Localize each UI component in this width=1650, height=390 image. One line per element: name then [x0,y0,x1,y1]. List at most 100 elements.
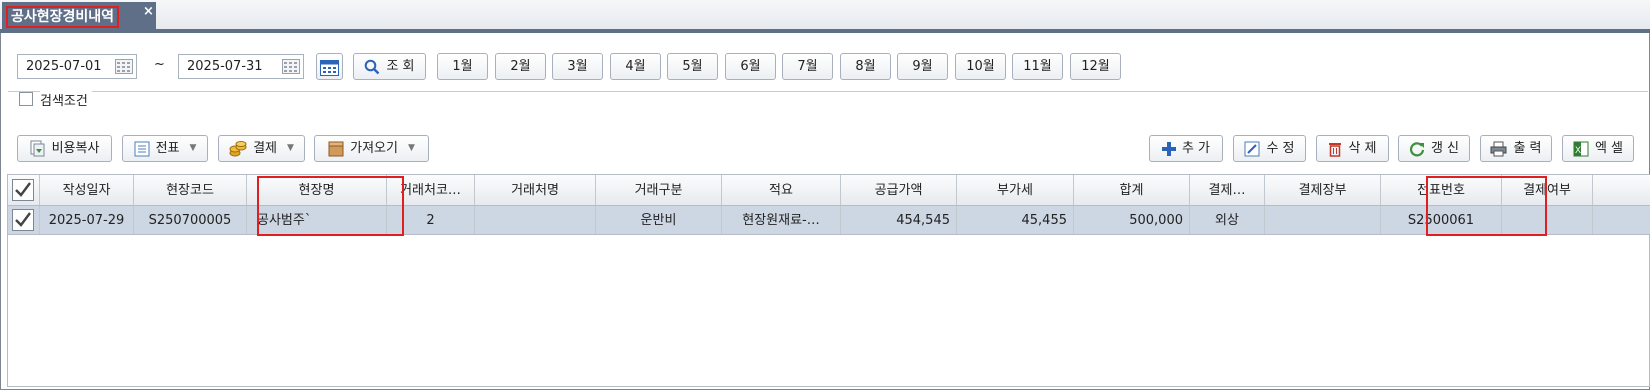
col-trade-type-cell[interactable]: 운반비 [596,206,722,234]
col-payment-ledger-cell[interactable] [1265,206,1381,234]
date-to-value: 2025-07-31 [187,59,263,74]
excel-icon: X [1573,141,1589,156]
month-button[interactable]: 9월 [897,53,948,80]
calendar-grid-icon[interactable] [282,59,300,74]
payment-label: 결제 [253,141,277,156]
month-button[interactable]: 5월 [667,53,718,80]
col-total-cell[interactable]: 500,000 [1074,206,1190,234]
calendar-icon [320,60,339,76]
copy-cost-button[interactable]: 비용복사 [17,135,112,162]
col-client-name-header[interactable]: 거래처명 [475,175,596,205]
excel-label: 엑 셀 [1594,141,1624,156]
date-from-value: 2025-07-01 [26,59,102,74]
calendar-grid-icon[interactable] [115,59,133,74]
col-supply-amount-cell[interactable]: 454,545 [841,206,957,234]
col-written-date-cell[interactable]: 2025-07-29 [40,206,134,234]
date-from-field[interactable]: 2025-07-01 [17,54,137,79]
month-button[interactable]: 6월 [725,53,776,80]
payment-dropdown-button[interactable]: 결제 ▼ [218,135,305,162]
refresh-label: 갱 신 [1430,141,1460,156]
col-site-name-cell[interactable]: 공사범주` [247,206,387,234]
month-button[interactable]: 2월 [495,53,546,80]
plus-icon [1161,141,1176,156]
col-supply-amount-header[interactable]: 공급가액 [841,175,957,205]
tab-bar: 공사현장경비내역 × [0,0,1650,33]
col-voucher-number-header[interactable]: 전표번호 [1381,175,1502,205]
col-client-name-cell[interactable] [475,206,596,234]
month-button[interactable]: 10월 [955,53,1006,80]
col-vat-header[interactable]: 부가세 [957,175,1074,205]
voucher-label: 전표 [155,141,180,156]
expense-grid: 작성일자 현장코드 현장명 거래처코… 거래처명 거래구분 적요 공급가액 부가세 합계 결제… 결제… [7,174,1650,387]
coins-icon [229,140,247,156]
month-button[interactable]: 11월 [1012,53,1063,80]
add-button[interactable]: 추 가 [1149,135,1223,162]
import-dropdown-button[interactable]: 가져오기 ▼ [314,135,429,162]
import-label: 가져오기 [350,141,398,156]
refresh-button[interactable]: 갱 신 [1398,135,1470,162]
search-button[interactable]: 조 회 [353,53,426,80]
row-select-cell[interactable] [8,206,40,234]
chevron-down-icon: ▼ [407,143,415,153]
document-list-icon [134,141,150,156]
svg-text:X: X [1575,145,1581,155]
col-site-name-header[interactable]: 현장명 [247,175,387,205]
printer-icon [1490,141,1507,156]
voucher-dropdown-button[interactable]: 전표 ▼ [122,135,208,162]
col-paid-status-cell[interactable] [1502,206,1593,234]
col-site-code-cell[interactable]: S250700005 [134,206,247,234]
col-payment-header[interactable]: 결제… [1190,175,1265,205]
month-button[interactable]: 1월 [437,53,488,80]
month-button[interactable]: 8월 [840,53,891,80]
table-row[interactable]: 2025-07-29 S250700005 공사범주` 2 운반비 현장원재료-… 454,… [8,206,1650,235]
col-paid-status-header[interactable]: 결제여부 [1502,175,1593,205]
edit-button[interactable]: 수 정 [1233,135,1306,162]
delete-button[interactable]: 삭 제 [1316,135,1389,162]
col-written-date-header[interactable]: 작성일자 [40,175,134,205]
box-import-icon [328,141,344,156]
search-conditions-label: 검색조건 [40,90,92,109]
month-button[interactable]: 4월 [610,53,661,80]
chevron-down-icon: ▼ [189,143,197,153]
search-conditions-checkbox[interactable] [19,92,33,106]
col-payment-cell[interactable]: 외상 [1190,206,1265,234]
date-to-field[interactable]: 2025-07-31 [178,54,304,79]
trash-icon [1329,142,1342,157]
search-icon [365,59,380,74]
copy-document-icon [30,140,45,157]
month-button[interactable]: 3월 [552,53,603,80]
edit-label: 수 정 [1266,141,1295,156]
col-summary-cell[interactable]: 현장원재료-… [722,206,841,234]
col-client-code-cell[interactable]: 2 [387,206,475,234]
excel-button[interactable]: X엑 셀 [1562,135,1634,162]
close-icon[interactable]: × [143,4,154,19]
add-label: 추 가 [1181,141,1211,156]
month-button[interactable]: 7월 [782,53,833,80]
calendar-button[interactable] [316,53,343,80]
col-payment-ledger-header[interactable]: 결제장부 [1265,175,1381,205]
search-button-label: 조 회 [386,59,415,74]
date-separator: ~ [154,57,165,72]
checkmark-icon[interactable] [12,209,34,231]
search-conditions-divider [8,91,1648,101]
print-label: 출 력 [1513,141,1542,156]
select-all-cell[interactable] [8,175,40,205]
print-button[interactable]: 출 력 [1480,135,1552,162]
checkmark-icon[interactable] [12,179,34,201]
grid-header: 작성일자 현장코드 현장명 거래처코… 거래처명 거래구분 적요 공급가액 부가세 합계 결제… 결제… [8,175,1650,206]
col-client-code-header[interactable]: 거래처코… [387,175,475,205]
tab-title: 공사현장경비내역 [6,6,120,28]
delete-label: 삭 제 [1348,141,1377,156]
col-trade-type-header[interactable]: 거래구분 [596,175,722,205]
refresh-icon [1409,141,1425,156]
col-site-code-header[interactable]: 현장코드 [134,175,247,205]
tab-site-expenses[interactable]: 공사현장경비내역 × [2,2,156,33]
chevron-down-icon: ▼ [287,143,294,153]
col-voucher-number-cell[interactable]: S2500061 [1381,206,1502,234]
month-button[interactable]: 12월 [1070,53,1121,80]
pencil-icon [1244,141,1260,156]
col-vat-cell[interactable]: 45,455 [957,206,1074,234]
col-summary-header[interactable]: 적요 [722,175,841,205]
col-total-header[interactable]: 합계 [1074,175,1190,205]
copy-cost-label: 비용복사 [51,141,100,156]
